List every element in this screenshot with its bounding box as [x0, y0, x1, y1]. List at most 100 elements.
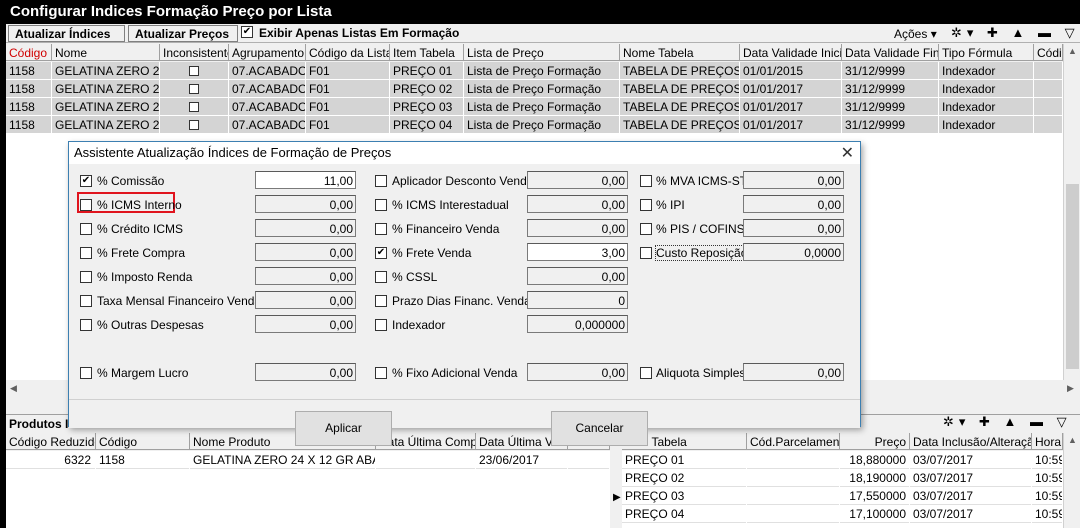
aplicador-desconto-input[interactable]: 0,00: [527, 171, 628, 189]
frete-compra-checkbox[interactable]: [80, 247, 92, 259]
pis-cofins-checkbox[interactable]: [640, 223, 652, 235]
margem-lucro-checkbox[interactable]: [80, 367, 92, 379]
table-row[interactable]: 6322 1158 GELATINA ZERO 24 X 12 GR ABACA…: [6, 451, 610, 469]
col-header-codigo-reduzido[interactable]: Código Reduzido: [6, 433, 96, 450]
aplicar-button[interactable]: Aplicar: [295, 411, 392, 446]
outras-despesas-label: % Outras Despesas: [97, 318, 204, 332]
table-row[interactable]: 1158 GELATINA ZERO 24 07.ACABADOS F01 PR…: [6, 98, 1063, 116]
col-header-codigo[interactable]: Código: [6, 44, 52, 61]
aplicador-desconto-checkbox[interactable]: [375, 175, 387, 187]
cell-cod-parcelamento: [747, 451, 840, 469]
custo-reposicao-label: Custo Reposição: [654, 245, 749, 261]
col-header-nome-tabela[interactable]: Nome Tabela: [620, 44, 740, 61]
comissao-input[interactable]: 11,00: [255, 171, 356, 189]
cell-agrupamento: 07.ACABADOS: [229, 116, 306, 134]
cssl-checkbox[interactable]: [375, 271, 387, 283]
ipi-checkbox[interactable]: [640, 199, 652, 211]
comissao-checkbox[interactable]: ✔: [80, 175, 92, 187]
close-icon[interactable]: ✕: [841, 143, 854, 163]
aliquota-simples-input[interactable]: 0,00: [743, 363, 844, 381]
financeiro-venda-input[interactable]: 0,00: [527, 219, 628, 237]
scroll-left-icon[interactable]: ◀: [10, 383, 17, 394]
icms-interno-checkbox[interactable]: [80, 199, 92, 211]
taxa-mensal-input[interactable]: 0,00: [255, 291, 356, 309]
inconsistente-checkbox[interactable]: [189, 102, 199, 112]
scroll-up-icon[interactable]: ▲: [1068, 435, 1077, 445]
table-row[interactable]: 1158 GELATINA ZERO 24 07.ACABADOS F01 PR…: [6, 80, 1063, 98]
exibir-apenas-checkbox[interactable]: ✔: [241, 26, 253, 38]
cell-data-inicial: 01/01/2015: [740, 62, 842, 80]
custo-reposicao-checkbox[interactable]: [640, 247, 652, 259]
margem-lucro-input[interactable]: 0,00: [255, 363, 356, 381]
col-header-data-validade-final[interactable]: Data Validade Final: [842, 44, 939, 61]
col-header-inconsistente[interactable]: Inconsistente: [160, 44, 229, 61]
scroll-thumb[interactable]: [1066, 184, 1079, 369]
outras-despesas-checkbox[interactable]: [80, 319, 92, 331]
custo-reposicao-input[interactable]: 0,0000: [743, 243, 844, 261]
cell-lista-preco: Lista de Preço Formação: [464, 98, 620, 116]
imposto-renda-input[interactable]: 0,00: [255, 267, 356, 285]
scroll-up-icon[interactable]: ▲: [1068, 46, 1077, 56]
cell-cod-parcelamento: [747, 487, 840, 505]
col-header-lista-preco[interactable]: Lista de Preço: [464, 44, 620, 61]
col-header-preco[interactable]: Preço: [840, 433, 910, 450]
table-row[interactable]: PREÇO 02 18,190000 03/07/2017 10:59: [622, 469, 1063, 487]
acoes-menu[interactable]: Ações ▾: [894, 27, 937, 41]
atualizar-indices-button[interactable]: Atualizar Índices: [8, 25, 125, 42]
frete-venda-label: % Frete Venda: [392, 246, 472, 260]
fixo-adicional-input[interactable]: 0,00: [527, 363, 628, 381]
mva-icms-st-input[interactable]: 0,00: [743, 171, 844, 189]
dialog-title-text: Assistente Atualização Índices de Formaç…: [74, 145, 392, 160]
prazo-dias-input[interactable]: 0: [527, 291, 628, 309]
prazo-dias-checkbox[interactable]: [375, 295, 387, 307]
icms-interestadual-input[interactable]: 0,00: [527, 195, 628, 213]
outras-despesas-input[interactable]: 0,00: [255, 315, 356, 333]
frete-venda-input[interactable]: 3,00: [527, 243, 628, 261]
table-row[interactable]: PREÇO 04 17,100000 03/07/2017 10:59: [622, 505, 1063, 523]
col-header-cod-parcelamento[interactable]: Cód.Parcelamento: [747, 433, 840, 450]
col-header-codig[interactable]: Códig: [1034, 44, 1063, 61]
table-row[interactable]: 1158 GELATINA ZERO 24 07.ACABADOS F01 PR…: [6, 116, 1063, 134]
financeiro-venda-checkbox[interactable]: [375, 223, 387, 235]
col-header-data-validade-inicial[interactable]: Data Validade Inicial: [740, 44, 842, 61]
col-header-agrupamento[interactable]: Agrupamento: [229, 44, 306, 61]
precos-vertical-scrollbar[interactable]: ▲: [1063, 433, 1080, 528]
table-row[interactable]: PREÇO 03 17,550000 03/07/2017 10:59: [622, 487, 1063, 505]
inconsistente-checkbox[interactable]: [189, 84, 199, 94]
icms-interestadual-checkbox[interactable]: [375, 199, 387, 211]
col-header-nome[interactable]: Nome: [52, 44, 160, 61]
col-header-codigo-lista[interactable]: Código da Lista: [306, 44, 390, 61]
cssl-input[interactable]: 0,00: [527, 267, 628, 285]
cell-preco: 18,880000: [840, 451, 910, 469]
cell-codigo-lista: F01: [306, 116, 390, 134]
scroll-right-icon[interactable]: ▶: [1067, 383, 1074, 394]
cancelar-button[interactable]: Cancelar: [551, 411, 648, 446]
icms-interno-input[interactable]: 0,00: [255, 195, 356, 213]
col-header-tipo-formula[interactable]: Tipo Fórmula: [939, 44, 1034, 61]
col-header-hora[interactable]: Hora: [1032, 433, 1063, 450]
table-row[interactable]: 1158 GELATINA ZERO 24 07.ACABADOS F01 PR…: [6, 62, 1063, 80]
aliquota-simples-checkbox[interactable]: [640, 367, 652, 379]
atualizar-precos-button[interactable]: Atualizar Preços: [128, 25, 238, 42]
cell-item-tabela: PREÇO 03: [622, 487, 747, 505]
pis-cofins-input[interactable]: 0,00: [743, 219, 844, 237]
col-header-data-inclusao[interactable]: Data Inclusão/Alteração: [910, 433, 1032, 450]
col-header-item-tabela[interactable]: Item Tabela: [390, 44, 464, 61]
credito-icms-input[interactable]: 0,00: [255, 219, 356, 237]
frete-venda-checkbox[interactable]: ✔: [375, 247, 387, 259]
imposto-renda-checkbox[interactable]: [80, 271, 92, 283]
credito-icms-checkbox[interactable]: [80, 223, 92, 235]
inconsistente-checkbox[interactable]: [189, 66, 199, 76]
inconsistente-checkbox[interactable]: [189, 120, 199, 130]
cell-codig: [1034, 98, 1063, 116]
fixo-adicional-checkbox[interactable]: [375, 367, 387, 379]
indexador-input[interactable]: 0,000000: [527, 315, 628, 333]
taxa-mensal-checkbox[interactable]: [80, 295, 92, 307]
upper-vertical-scrollbar[interactable]: ▲: [1063, 44, 1080, 380]
table-row[interactable]: PREÇO 01 18,880000 03/07/2017 10:59: [622, 451, 1063, 469]
indexador-checkbox[interactable]: [375, 319, 387, 331]
frete-compra-input[interactable]: 0,00: [255, 243, 356, 261]
col-header-codigo[interactable]: Código: [96, 433, 190, 450]
ipi-input[interactable]: 0,00: [743, 195, 844, 213]
mva-icms-st-checkbox[interactable]: [640, 175, 652, 187]
